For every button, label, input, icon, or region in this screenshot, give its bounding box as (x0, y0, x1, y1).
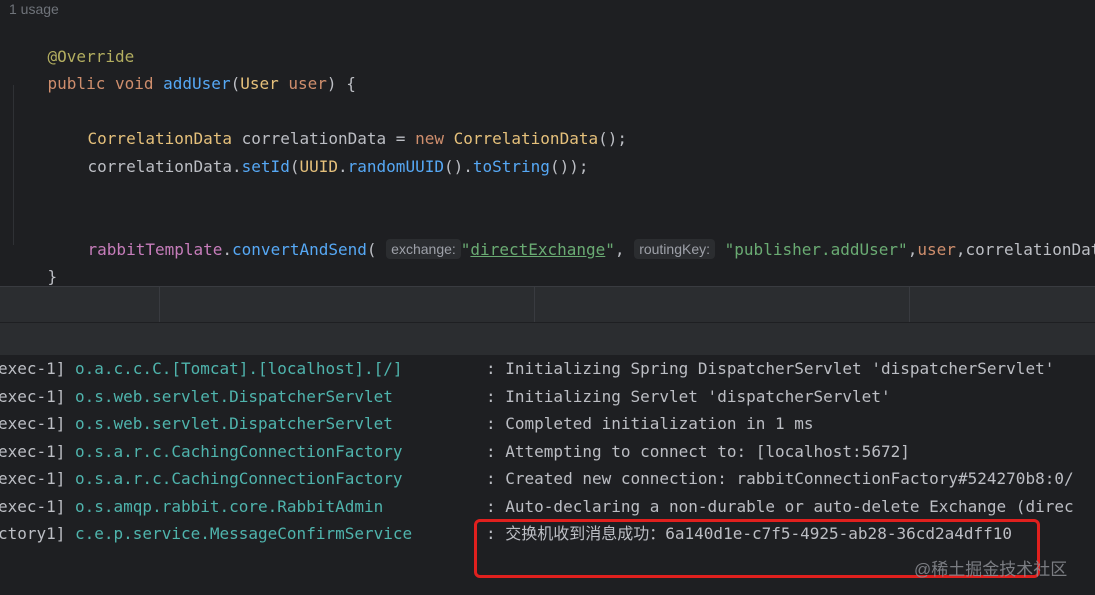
watermark: @稀土掘金技术社区 (914, 560, 1068, 579)
code-line-set-id[interactable]: correlationData.setId(UUID.randomUUID().… (49, 137, 589, 197)
comma: , (614, 240, 635, 259)
log-message: : Initializing Servlet 'dispatcherServle… (486, 386, 891, 406)
quote: " (605, 240, 615, 259)
obj-correlation-data: correlationData. (87, 157, 242, 176)
dot: . (338, 157, 348, 176)
inlay-hint-routing-key: routingKey: (634, 239, 716, 259)
thread-name: exec-1] (0, 496, 66, 516)
method-convert-and-send: convertAndSend (232, 240, 367, 259)
log-message: : Auto-declaring a non-durable or auto-d… (486, 496, 1074, 516)
code-line-close-brace[interactable]: } (9, 247, 58, 286)
method-to-string: toString (472, 157, 550, 176)
code-line-method-signature[interactable]: public void addUser(User user) { (9, 54, 356, 114)
close-brace: } (47, 267, 58, 286)
code-line-convert-and-send[interactable]: rabbitTemplate.convertAndSend( exchange:… (49, 219, 1095, 280)
field-rabbit-template: rabbitTemplate (87, 240, 223, 259)
method-random-uuid: randomUUID (347, 157, 444, 176)
paren-close: ) { (326, 74, 356, 93)
paren-open: ( (230, 74, 241, 93)
thread-name: exec-1] (0, 441, 66, 461)
class-uuid: UUID (299, 157, 338, 176)
keyword-public: public (47, 74, 106, 93)
log-message: : Completed initialization in 1 ms (486, 414, 814, 433)
console-line: exec-1] o.s.a.r.c.CachingConnectionFactor… (0, 440, 1095, 464)
args-rest: ,correlationDat (955, 240, 1095, 259)
console-line: exec-1] o.s.amqp.rabbit.core.RabbitAdmin:… (0, 495, 1095, 519)
logger-link[interactable]: o.s.web.servlet.DispatcherServlet (75, 385, 393, 409)
arg-user: user (917, 240, 956, 259)
method-name: addUser (163, 74, 231, 93)
param-type: User (240, 74, 279, 93)
inlay-hint-exchange: exchange: (386, 239, 461, 259)
log-message: : Created new connection: rabbitConnecti… (486, 469, 1074, 488)
logger-link[interactable]: o.s.a.r.c.CachingConnectionFactory (75, 440, 403, 464)
dot: . (222, 240, 233, 259)
method-set-id: setId (241, 157, 290, 176)
exchange-value-link[interactable]: directExchange (470, 240, 605, 259)
run-panel-toolbar (0, 286, 1095, 323)
thread-name: exec-1] (0, 359, 66, 378)
console-line: exec-1] o.a.c.c.C.[Tomcat].[localhost].[/… (0, 357, 1095, 381)
paren-dot: (). (443, 157, 473, 176)
line-end: ()); (549, 157, 589, 176)
console-header (0, 322, 1095, 356)
logger-link[interactable]: o.s.amqp.rabbit.core.RabbitAdmin (75, 495, 383, 519)
keyword-void: void (114, 74, 154, 93)
thread-name: exec-1] (0, 386, 66, 406)
logger-link[interactable]: c.e.p.service.MessageConfirmService (75, 522, 412, 546)
param-name: user (288, 74, 327, 93)
logger-link[interactable]: o.s.web.servlet.DispatcherServlet (75, 412, 393, 436)
logger-link[interactable]: o.s.a.r.c.CachingConnectionFactory (75, 467, 403, 491)
quote: " (460, 240, 471, 259)
thread-name: exec-1] (0, 469, 66, 488)
console-line: exec-1] o.s.web.servlet.DispatcherServlet… (0, 385, 1095, 409)
console-line: exec-1] o.s.a.r.c.CachingConnectionFactor… (0, 467, 1095, 491)
usage-hint[interactable]: 1 usage (9, 1, 59, 17)
paren: ( (366, 240, 377, 259)
log-message: : Attempting to connect to: [localhost:5… (486, 441, 910, 461)
toolbar-divider (909, 287, 910, 323)
thread-name: exec-1] (0, 414, 66, 433)
routing-key-value: "publisher.addUser" (724, 240, 908, 259)
ctor-end: (); (598, 129, 627, 148)
logger-link[interactable]: o.a.c.c.C.[Tomcat].[localhost].[/] (75, 357, 403, 381)
console-line: exec-1] o.s.web.servlet.DispatcherServlet… (0, 412, 1095, 436)
toolbar-divider (534, 287, 535, 323)
code-editor[interactable]: 1 usage @Override public void addUser(Us… (0, 0, 1095, 286)
thread-name: ctory1] (0, 524, 66, 543)
toolbar-divider (159, 287, 160, 323)
comma: , (907, 240, 918, 259)
log-message: : Initializing Spring DispatcherServlet … (486, 359, 1055, 378)
